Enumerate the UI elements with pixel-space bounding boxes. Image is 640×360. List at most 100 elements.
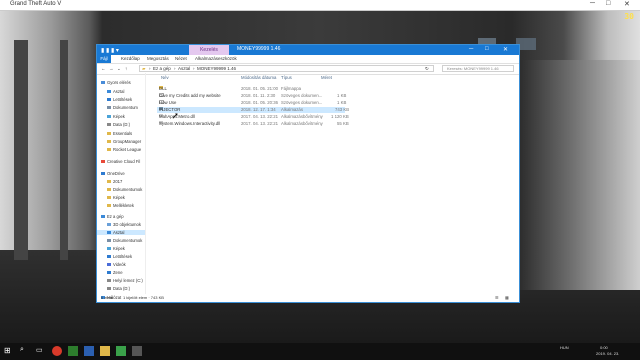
creative-cloud-icon: [101, 160, 105, 164]
star-icon: [101, 81, 105, 85]
tab-app-tools[interactable]: Alkalmazáseszközök: [195, 56, 237, 61]
gta-icon[interactable]: [116, 346, 126, 356]
app-icon[interactable]: [84, 346, 94, 356]
folder-icon: [107, 180, 111, 184]
nav-item[interactable]: 2017: [107, 179, 122, 184]
drive-icon: [107, 123, 111, 127]
file-row[interactable]: System.Windows.Interactivity.dll 2017. 0…: [157, 121, 349, 127]
tab-home[interactable]: Kezdőlap: [121, 56, 140, 61]
explorer-window-name: MONEY99999 1.46: [237, 46, 281, 52]
nav-item[interactable]: Data (D:): [107, 286, 130, 291]
nav-item[interactable]: Asztal: [107, 89, 124, 94]
nav-item[interactable]: Gyors elérés: [101, 80, 131, 85]
column-header-type[interactable]: Típus: [281, 75, 292, 80]
status-bar: 6 elem 1 kijelölt elem · 743 KB ☰ ▦: [97, 294, 521, 302]
desktop-icon: [107, 231, 111, 235]
file-explorer-icon[interactable]: [100, 346, 110, 356]
forward-icon[interactable]: →: [109, 66, 114, 71]
clock-date[interactable]: 2019. 04. 23.: [596, 351, 619, 356]
refresh-icon[interactable]: ↻: [425, 66, 429, 72]
nav-item[interactable]: Videók: [107, 262, 126, 267]
clock-time[interactable]: 0:00: [600, 345, 608, 350]
nav-item[interactable]: Data (D:): [107, 122, 130, 127]
address-bar[interactable]: ▰ › Ez a gép › Asztal › MONEY99999 1.46 …: [139, 65, 434, 72]
tab-file[interactable]: Fájl: [97, 55, 111, 63]
app-icon[interactable]: [132, 346, 142, 356]
nav-item-desktop-selected[interactable]: Asztal: [97, 230, 145, 235]
nav-item[interactable]: Helyi lemez (C:): [107, 278, 143, 283]
file-row[interactable]: Give my Credits add my website 2018. 01.…: [157, 93, 346, 99]
nav-item[interactable]: Képek: [107, 246, 125, 251]
details-view-icon[interactable]: ☰: [495, 295, 499, 300]
windows-start-icon[interactable]: ⊞: [4, 346, 14, 356]
tab-view[interactable]: Nézet: [175, 56, 187, 61]
breadcrumb-desktop[interactable]: Asztal: [178, 66, 190, 71]
maximize-icon[interactable]: □: [606, 0, 610, 7]
pictures-icon: [107, 115, 111, 119]
nav-item[interactable]: Dokumentumok: [107, 238, 142, 243]
task-view-icon[interactable]: ▭: [36, 346, 46, 356]
document-icon: [107, 239, 111, 243]
close-icon[interactable]: ✕: [624, 0, 630, 8]
nav-item[interactable]: Rocket League: [107, 147, 141, 152]
tiles-view-icon[interactable]: ▦: [505, 295, 509, 300]
nav-item[interactable]: Dokumentumok: [107, 187, 142, 192]
file-row[interactable]: MahApps.Metro.dll 2017. 04. 13. 22:21 Al…: [157, 114, 349, 120]
column-header-size[interactable]: Méret: [321, 75, 332, 80]
folder-icon: [107, 132, 111, 136]
folder-icon: [107, 148, 111, 152]
language-indicator[interactable]: HUN: [560, 345, 569, 350]
nav-item[interactable]: Képek: [107, 114, 125, 119]
back-icon[interactable]: ←: [101, 66, 106, 71]
file-explorer-window: ▮ ▮ ▮ ▾ Kezelés MONEY99999 1.46 ─ □ ✕ Fá…: [96, 44, 520, 303]
nav-item[interactable]: OneDrive: [101, 171, 125, 176]
explorer-titlebar: ▮ ▮ ▮ ▾ Kezelés MONEY99999 1.46 ─ □ ✕: [97, 45, 519, 55]
maximize-icon[interactable]: □: [485, 46, 489, 52]
app-icon[interactable]: [68, 346, 78, 356]
ribbon-tabs: Fájl Kezdőlap Megosztás Nézet Alkalmazás…: [97, 55, 519, 64]
nav-item[interactable]: Képek: [107, 195, 125, 200]
navigation-pane: Gyors elérés Asztal Letöltések Dokumentu…: [97, 73, 146, 300]
nav-item[interactable]: Essentials: [107, 131, 132, 136]
nav-item[interactable]: Letöltések: [107, 254, 132, 259]
taskbar: ⊞ ⌕ ▭ HUN 0:00 2019. 04. 23.: [0, 343, 640, 360]
column-header-name[interactable]: Név: [161, 75, 169, 80]
tab-manage[interactable]: Kezelés: [189, 45, 229, 55]
mouse-cursor-icon: ➚: [172, 111, 179, 120]
nav-item[interactable]: Dokumentum: [107, 105, 138, 110]
nav-item[interactable]: Creative Cloud Fil: [101, 159, 140, 164]
video-icon: [107, 263, 111, 267]
nav-item[interactable]: Mellékletek: [107, 203, 134, 208]
breadcrumb-folder[interactable]: MONEY99999 1.46: [197, 66, 236, 71]
search-icon[interactable]: ⌕: [20, 346, 30, 356]
close-icon[interactable]: ✕: [503, 46, 508, 53]
quick-access-toolbar[interactable]: ▮ ▮ ▮ ▾: [101, 47, 119, 54]
nav-item[interactable]: Ez a gép: [101, 214, 124, 219]
drive-icon: [107, 279, 111, 283]
folder-icon: [107, 188, 111, 192]
computer-icon: [101, 215, 105, 219]
minimize-icon[interactable]: ─: [590, 0, 595, 7]
tab-share[interactable]: Megosztás: [147, 56, 169, 61]
folder-icon: [107, 204, 111, 208]
search-input[interactable]: Keresés: MONEY99999 1.46: [442, 65, 514, 72]
cloud-icon: [101, 172, 105, 176]
game-pillar: [14, 40, 28, 260]
breadcrumb-this-pc[interactable]: Ez a gép: [153, 66, 171, 71]
nav-item[interactable]: Letöltések: [107, 97, 132, 102]
game-wall: [520, 60, 640, 290]
nav-item[interactable]: 3D objektumok: [107, 222, 141, 227]
minimize-icon[interactable]: ─: [469, 46, 473, 52]
file-row[interactable]: How Use 2018. 01. 05. 20:36 Szöveges dok…: [157, 100, 346, 106]
chevron-down-icon[interactable]: ⌄: [117, 66, 121, 72]
drive-icon: [107, 287, 111, 291]
opera-icon[interactable]: [52, 346, 62, 356]
file-row[interactable]: DLL 2018. 01. 05. 21:00 Fájlmappa: [157, 86, 345, 92]
nav-item[interactable]: Zene: [107, 270, 123, 275]
up-icon[interactable]: ↑: [125, 66, 127, 71]
nav-item[interactable]: GroupManager: [107, 139, 141, 144]
document-icon: [107, 106, 111, 110]
file-row-selected[interactable]: INJECTOR 2018. 12. 17. 1:34 Alkalmazás 7…: [157, 107, 349, 113]
folder-icon: [107, 196, 111, 200]
column-header-date[interactable]: Módosítás dátuma: [241, 75, 276, 80]
